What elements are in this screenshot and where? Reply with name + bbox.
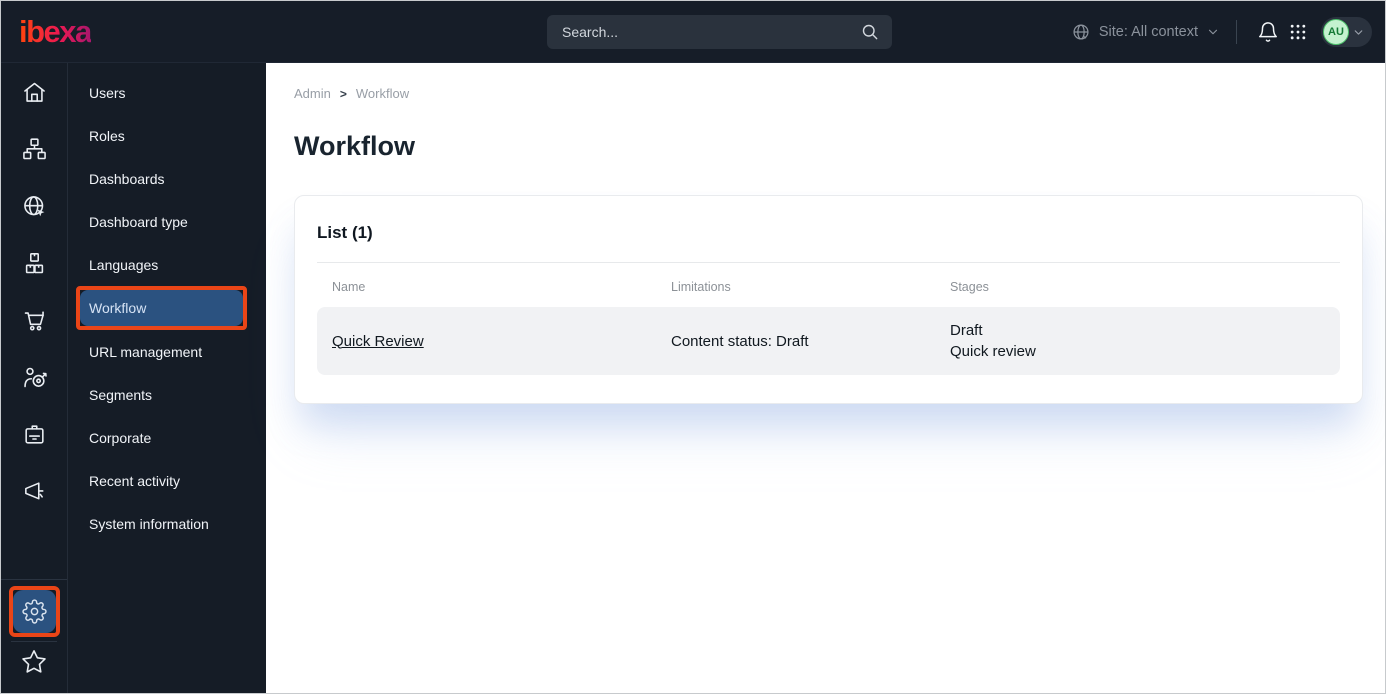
table-row: Quick Review Content status: Draft Draft… <box>317 307 1340 375</box>
menu-label: Users <box>89 84 126 101</box>
topbar-divider <box>1236 20 1237 44</box>
admin-menu: Users Roles Dashboards Dashboard type La… <box>68 63 266 693</box>
sidebar-item-corporate[interactable]: Corporate <box>68 416 266 459</box>
row-limitations: Content status: Draft <box>671 332 809 350</box>
ibexa-logo[interactable]: ibexa <box>19 14 92 50</box>
rail-separator <box>1 579 67 580</box>
star-icon <box>20 648 48 676</box>
stage-item: Draft <box>950 322 983 339</box>
stage-item: Quick review <box>950 343 1036 360</box>
list-heading: List (1) <box>317 223 373 242</box>
sidebar-item-segments[interactable]: Segments <box>68 373 266 416</box>
rail-item-content-structure[interactable] <box>1 121 67 178</box>
boxes-icon <box>21 250 48 277</box>
megaphone-icon <box>21 478 48 505</box>
rail-item-personalization[interactable] <box>1 349 67 406</box>
rail-separator-short <box>11 641 57 642</box>
menu-label: Segments <box>89 386 153 403</box>
grid-icon <box>1288 22 1308 42</box>
sidebar-item-dashboard-type[interactable]: Dashboard type <box>68 200 266 243</box>
site-context-selector[interactable]: Site: All context <box>1071 22 1220 42</box>
menu-label: Recent activity <box>89 472 181 489</box>
workflow-list-card: List (1) Name Limitations Stages Quick R… <box>294 195 1363 404</box>
site-context-label: Site: All context <box>1098 24 1198 40</box>
rail-item-admin[interactable] <box>12 590 56 633</box>
column-header-name: Name <box>332 280 366 294</box>
topbar: ibexa Site: All context <box>1 1 1385 63</box>
rail-item-bookmarks[interactable] <box>1 648 67 676</box>
rail-item-corporate[interactable] <box>1 406 67 463</box>
app-switcher-button[interactable] <box>1283 17 1313 47</box>
breadcrumb-separator: > <box>339 86 347 101</box>
menu-label: Dashboard type <box>89 213 188 230</box>
breadcrumb: Admin > Workflow <box>294 86 1385 101</box>
breadcrumb-admin[interactable]: Admin <box>294 86 331 101</box>
sidebar-item-roles[interactable]: Roles <box>68 114 266 157</box>
menu-label: Dashboards <box>89 170 165 187</box>
avatar: AU <box>1323 19 1349 45</box>
main-content: Admin > Workflow Workflow List (1) Name … <box>266 63 1385 693</box>
global-search[interactable] <box>547 15 892 49</box>
sidebar-item-workflow[interactable]: Workflow <box>80 290 243 326</box>
menu-label: System information <box>89 515 209 532</box>
user-menu[interactable]: AU <box>1321 17 1372 47</box>
menu-label: Corporate <box>89 429 152 446</box>
app-window: ibexa Site: All context <box>0 0 1386 694</box>
bell-icon <box>1257 21 1279 43</box>
annotation-highlight-workflow: Workflow <box>76 286 247 330</box>
cart-icon <box>21 307 48 334</box>
rail-top-group <box>1 63 67 520</box>
sidebar-item-languages[interactable]: Languages <box>68 243 266 286</box>
search-input[interactable] <box>562 24 860 40</box>
sidebar-item-recent-activity[interactable]: Recent activity <box>68 459 266 502</box>
rail-bottom-group <box>1 579 67 693</box>
row-stages: Draft Quick review <box>950 320 1340 362</box>
rail-item-products[interactable] <box>1 235 67 292</box>
annotation-highlight-admin <box>8 586 60 637</box>
menu-label: Roles <box>89 127 125 144</box>
globe-icon <box>1071 22 1091 42</box>
menu-label: URL management <box>89 343 203 360</box>
gear-icon <box>21 599 47 624</box>
sidebar-item-users[interactable]: Users <box>68 71 266 114</box>
rail-item-site[interactable] <box>1 178 67 235</box>
sidebar-item-url-management[interactable]: URL management <box>68 330 266 373</box>
table-header: Name Limitations Stages <box>317 263 1340 307</box>
app-body: Users Roles Dashboards Dashboard type La… <box>1 63 1385 693</box>
home-icon <box>21 79 48 106</box>
sidebar-item-dashboards[interactable]: Dashboards <box>68 157 266 200</box>
workflow-link-quick-review[interactable]: Quick Review <box>332 333 424 350</box>
page-title: Workflow <box>294 131 415 161</box>
rail-item-campaign[interactable] <box>1 463 67 520</box>
icon-rail <box>1 63 68 693</box>
menu-label: Workflow <box>89 300 147 316</box>
search-icon[interactable] <box>860 22 880 42</box>
globe-cursor-icon <box>21 193 48 220</box>
sitemap-icon <box>21 136 48 163</box>
notifications-button[interactable] <box>1253 17 1283 47</box>
breadcrumb-workflow[interactable]: Workflow <box>356 86 409 101</box>
sidebar-item-system-information[interactable]: System information <box>68 502 266 545</box>
column-header-stages: Stages <box>950 280 989 294</box>
menu-label: Languages <box>89 256 159 273</box>
topbar-right-cluster: Site: All context AU <box>1071 1 1372 63</box>
person-target-icon <box>21 364 48 391</box>
chevron-down-icon <box>1352 26 1365 39</box>
badge-icon <box>21 421 48 448</box>
rail-item-home[interactable] <box>1 64 67 121</box>
column-header-limitations: Limitations <box>671 280 731 294</box>
rail-item-commerce[interactable] <box>1 292 67 349</box>
chevron-down-icon <box>1206 25 1220 39</box>
